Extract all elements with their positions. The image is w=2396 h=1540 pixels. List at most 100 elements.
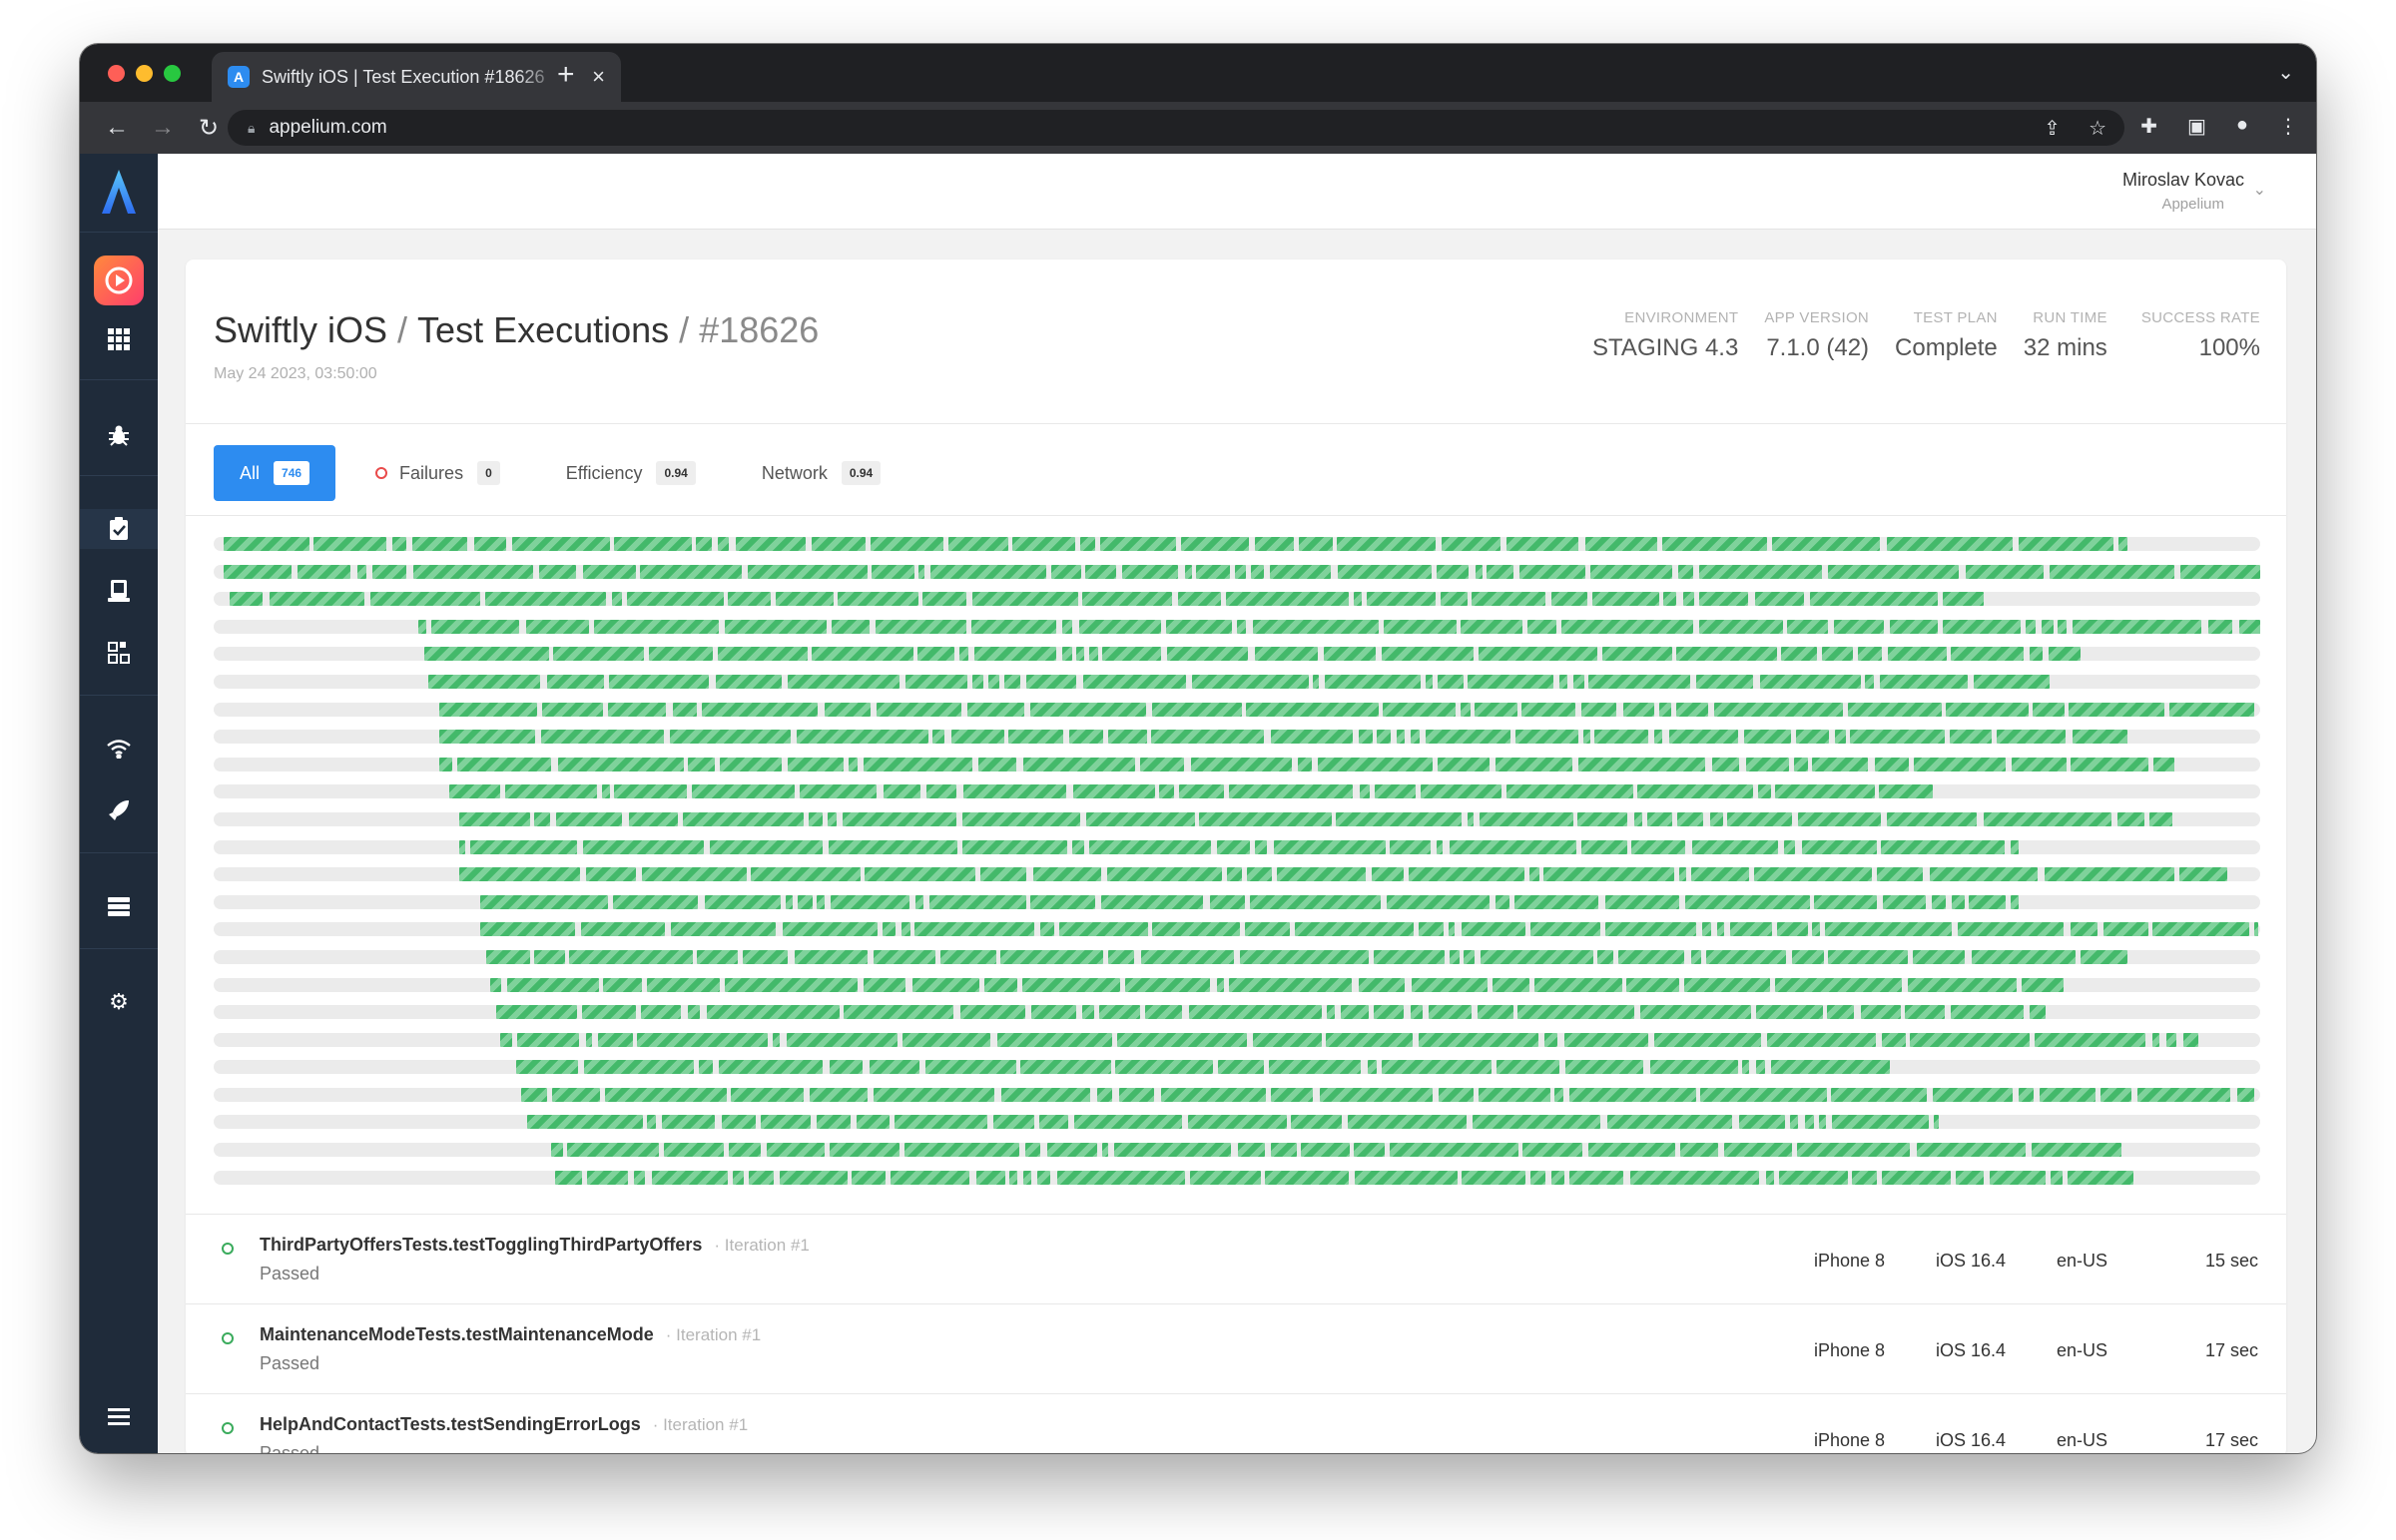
test-segment[interactable] xyxy=(582,1005,636,1020)
test-segment[interactable] xyxy=(1439,1087,1474,1102)
test-segment[interactable] xyxy=(1505,784,1633,799)
test-segment[interactable] xyxy=(2050,564,2174,579)
test-segment[interactable] xyxy=(1101,1143,1109,1158)
test-segment[interactable] xyxy=(848,757,858,771)
test-segment[interactable] xyxy=(1711,757,1740,771)
test-segment[interactable] xyxy=(1347,1115,1467,1130)
test-segment[interactable] xyxy=(1004,674,1020,689)
test-segment[interactable] xyxy=(2011,757,2067,771)
test-segment[interactable] xyxy=(538,564,577,579)
test-segment[interactable] xyxy=(1534,977,1622,992)
test-segment[interactable] xyxy=(724,619,827,634)
test-segment[interactable] xyxy=(605,1087,728,1102)
test-segment[interactable] xyxy=(947,537,1008,551)
test-segment[interactable] xyxy=(1097,1087,1112,1102)
test-segment[interactable] xyxy=(2048,647,2081,662)
test-segment[interactable] xyxy=(224,564,292,579)
test-segment[interactable] xyxy=(1140,949,1234,964)
test-segment[interactable] xyxy=(1739,1115,1785,1130)
test-segment[interactable] xyxy=(428,674,541,689)
test-segment[interactable] xyxy=(603,977,642,992)
test-segment[interactable] xyxy=(704,894,781,909)
test-segment[interactable] xyxy=(1389,839,1431,854)
test-segment[interactable] xyxy=(1358,977,1405,992)
bookmark-star-icon[interactable]: ☆ xyxy=(2089,116,2106,141)
test-segment[interactable] xyxy=(1698,564,1823,579)
test-segment[interactable] xyxy=(1030,1005,1077,1020)
test-segment[interactable] xyxy=(1604,922,1696,937)
test-segment[interactable] xyxy=(1086,811,1195,826)
test-segment[interactable] xyxy=(540,730,665,745)
test-segment[interactable] xyxy=(1880,839,2005,854)
test-segment[interactable] xyxy=(459,867,580,882)
test-segment[interactable] xyxy=(1943,619,2022,634)
test-segment[interactable] xyxy=(479,894,608,909)
test-segment[interactable] xyxy=(939,949,997,964)
menu-icon[interactable] xyxy=(80,1397,158,1437)
test-segment[interactable] xyxy=(747,564,868,579)
test-segment[interactable] xyxy=(830,1143,899,1158)
test-segment[interactable] xyxy=(1367,592,1436,607)
test-segment[interactable] xyxy=(1565,1060,1643,1075)
test-segment[interactable] xyxy=(2136,1087,2230,1102)
test-segment[interactable] xyxy=(1301,1143,1350,1158)
test-segment[interactable] xyxy=(1519,564,1585,579)
test-segment[interactable] xyxy=(1877,867,1924,882)
test-segment[interactable] xyxy=(1830,1087,1927,1102)
test-segment[interactable] xyxy=(1082,592,1173,607)
test-segment[interactable] xyxy=(1058,922,1149,937)
test-segment[interactable] xyxy=(1318,757,1434,771)
test-segment[interactable] xyxy=(876,619,967,634)
test-segment[interactable] xyxy=(1462,922,1526,937)
test-segment[interactable] xyxy=(1073,784,1155,799)
test-segment[interactable] xyxy=(2025,619,2037,634)
test-segment[interactable] xyxy=(1298,537,1333,551)
test-segment[interactable] xyxy=(556,811,623,826)
test-segment[interactable] xyxy=(1691,839,1778,854)
database-icon[interactable] xyxy=(80,886,158,926)
test-segment[interactable] xyxy=(1178,784,1225,799)
result-row[interactable]: ThirdPartyOffersTests.testTogglingThirdP… xyxy=(186,1214,2286,1303)
test-segment[interactable] xyxy=(1140,757,1185,771)
test-segment[interactable] xyxy=(988,674,1000,689)
test-segment[interactable] xyxy=(830,1060,864,1075)
test-segment[interactable] xyxy=(773,1032,780,1047)
test-segment[interactable] xyxy=(438,730,535,745)
test-segment[interactable] xyxy=(1831,1115,1930,1130)
test-segment[interactable] xyxy=(688,757,716,771)
test-segment[interactable] xyxy=(1646,811,1672,826)
test-segment[interactable] xyxy=(1654,730,1663,745)
test-segment[interactable] xyxy=(2010,894,2020,909)
test-segment[interactable] xyxy=(929,894,1027,909)
test-segment[interactable] xyxy=(1099,1005,1140,1020)
test-segment[interactable] xyxy=(1107,949,1135,964)
breadcrumb-project[interactable]: Swiftly iOS xyxy=(214,309,387,350)
test-segment[interactable] xyxy=(925,1060,1016,1075)
test-segment[interactable] xyxy=(1637,784,1753,799)
test-segment[interactable] xyxy=(797,894,813,909)
test-segment[interactable] xyxy=(1237,1143,1266,1158)
test-segment[interactable] xyxy=(1626,977,1679,992)
test-segment[interactable] xyxy=(2118,537,2127,551)
test-segment[interactable] xyxy=(751,867,861,882)
test-segment[interactable] xyxy=(1192,674,1309,689)
test-segment[interactable] xyxy=(1472,592,1546,607)
test-segment[interactable] xyxy=(1337,564,1433,579)
test-segment[interactable] xyxy=(1932,894,1947,909)
test-segment[interactable] xyxy=(1496,1060,1559,1075)
test-segment[interactable] xyxy=(2165,1032,2177,1047)
test-segment[interactable] xyxy=(1000,1087,1091,1102)
test-segment[interactable] xyxy=(1580,839,1628,854)
tab-search-chevron-icon[interactable]: ⌄ xyxy=(2277,60,2294,85)
test-segment[interactable] xyxy=(1572,674,1584,689)
test-segment[interactable] xyxy=(1410,1005,1423,1020)
test-segment[interactable] xyxy=(1505,537,1579,551)
test-segment[interactable] xyxy=(1649,1060,1739,1075)
test-segment[interactable] xyxy=(1184,564,1193,579)
test-segment[interactable] xyxy=(1359,784,1370,799)
test-segment[interactable] xyxy=(852,1170,887,1185)
test-segment[interactable] xyxy=(1062,647,1072,662)
test-segment[interactable] xyxy=(1479,811,1573,826)
device-icon[interactable] xyxy=(80,571,158,611)
test-segment[interactable] xyxy=(1705,949,1786,964)
